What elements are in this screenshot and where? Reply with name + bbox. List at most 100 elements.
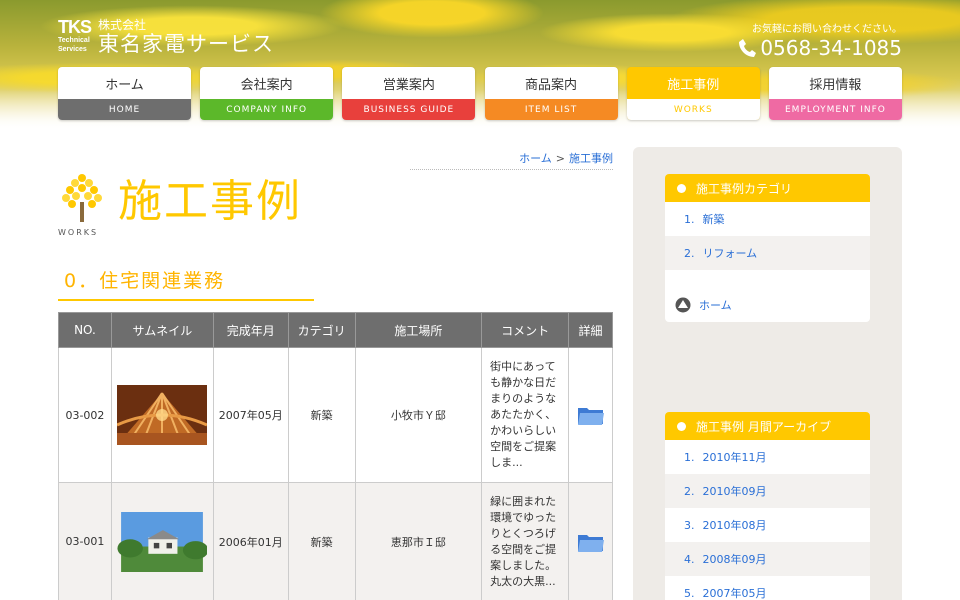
breadcrumb-separator: >	[555, 152, 565, 165]
page-title-block: WORKS 施工事例	[58, 172, 302, 238]
nav-employment-info-label: 採用情報	[809, 77, 862, 93]
home-arrow-icon	[675, 297, 691, 313]
row-comment: 緑に囲まれた環境でゆったりとくつろげる空間をご提案しました。丸太の大黒...	[481, 482, 569, 600]
works-table: NO. サムネイル 完成年月 カテゴリ 施工場所 コメント 詳細 03-002	[58, 312, 613, 600]
archive-item-label: 2010年11月	[702, 451, 767, 464]
nav-business-guide-label: 営業案内	[382, 77, 435, 93]
sidebar-home-link[interactable]: ホーム	[665, 286, 870, 322]
col-no: NO.	[58, 312, 112, 348]
col-category: カテゴリ	[287, 312, 356, 348]
row-completion-date: 2006年01月	[212, 482, 289, 600]
archive-widget-title-text: 施工事例 月間アーカイブ	[696, 419, 832, 434]
row-category: 新築	[287, 482, 356, 600]
folder-icon[interactable]	[577, 531, 605, 553]
works-icon-label: WORKS	[58, 228, 99, 237]
col-completion-date: 完成年月	[212, 312, 289, 348]
archive-item[interactable]: 3. 2010年08月	[665, 508, 870, 542]
category-item-label: 新築	[702, 213, 725, 226]
thumbnail-house-exterior-image[interactable]	[117, 511, 208, 572]
row-comment: 街中にあっても静かな日だまりのようなあたたかく、かわいらしい空間をご提案しま..…	[481, 347, 569, 483]
archive-widget-title: 施工事例 月間アーカイブ	[665, 412, 870, 440]
table-row: 03-002 2007年05月 新築 小牧市Ｙ邸 街中にあっても静かな日だまりの…	[58, 347, 613, 483]
logo-mark-sub: Technical Services	[58, 37, 90, 53]
archive-item-label: 2010年08月	[702, 519, 767, 532]
row-thumbnail-cell	[110, 347, 214, 483]
nav-item-list[interactable]: 商品案内 ITEM LIST	[484, 67, 618, 120]
nav-company-info[interactable]: 会社案内 COMPANY INFO	[200, 67, 334, 120]
archive-item[interactable]: 5. 2007年05月	[665, 576, 870, 600]
company-prefix: 株式会社	[98, 18, 147, 32]
table-header-row: NO. サムネイル 完成年月 カテゴリ 施工場所 コメント 詳細	[58, 312, 613, 348]
category-item-reform[interactable]: 2. リフォーム	[665, 236, 870, 270]
sidebar-home-label: ホーム	[699, 299, 732, 312]
archive-item[interactable]: 2. 2010年09月	[665, 474, 870, 508]
nav-item-list-label: 商品案内	[525, 77, 578, 93]
site-header: TKS Technical Services 株式会社 東名家電サービス お気軽…	[0, 0, 960, 130]
list-number: 3.	[684, 518, 695, 532]
phone-icon	[739, 39, 757, 57]
category-widget-title-text: 施工事例カテゴリ	[696, 181, 793, 196]
list-number: 5.	[684, 586, 695, 600]
thumbnail-wood-interior-image[interactable]	[117, 385, 208, 445]
phone-number-row[interactable]: 0568-34-1085	[738, 36, 902, 60]
tree-icon: WORKS	[58, 172, 110, 238]
row-location: 恵那市Ｉ邸	[354, 482, 483, 600]
row-no: 03-001	[58, 482, 112, 600]
nav-home-sublabel: HOME	[58, 99, 191, 120]
nav-company-info-label: 会社案内	[240, 77, 293, 93]
nav-works-label: 施工事例	[667, 77, 720, 93]
logo-mark: TKS Technical Services	[58, 18, 94, 58]
archive-widget: 施工事例 月間アーカイブ 1. 2010年11月 2. 2010年09月 3. …	[665, 412, 870, 600]
row-thumbnail-cell	[110, 482, 214, 600]
list-number: 2.	[684, 246, 695, 260]
archive-item[interactable]: 1. 2010年11月	[665, 440, 870, 474]
breadcrumb: ホーム > 施工事例	[410, 150, 613, 170]
bullet-icon	[677, 183, 686, 193]
folder-icon[interactable]	[577, 404, 605, 426]
category-item-new-build[interactable]: 1. 新築	[665, 202, 870, 236]
archive-item[interactable]: 4. 2008年09月	[665, 542, 870, 576]
page-title: 施工事例	[118, 176, 302, 227]
row-completion-date: 2007年05月	[212, 347, 289, 483]
row-detail-cell	[568, 347, 613, 483]
archive-item-label: 2007年05月	[702, 587, 767, 600]
category-widget-title: 施工事例カテゴリ	[665, 174, 870, 202]
logo-text: 株式会社 東名家電サービス	[98, 18, 274, 56]
nav-business-guide-sublabel: BUSINESS GUIDE	[342, 99, 476, 120]
list-number: 4.	[684, 552, 695, 566]
site-logo[interactable]: TKS Technical Services 株式会社 東名家電サービス	[58, 18, 274, 58]
category-widget: 施工事例カテゴリ 1. 新築 2. リフォーム ホーム	[665, 174, 870, 322]
col-thumbnail: サムネイル	[110, 312, 214, 348]
archive-item-label: 2008年09月	[702, 553, 767, 566]
nav-works[interactable]: 施工事例 WORKS	[626, 67, 760, 120]
list-number: 2.	[684, 484, 695, 498]
nav-business-guide[interactable]: 営業案内 BUSINESS GUIDE	[342, 67, 476, 120]
col-location: 施工場所	[354, 312, 483, 348]
nav-employment-info-sublabel: EMPLOYMENT INFO	[768, 99, 902, 120]
nav-item-list-sublabel: ITEM LIST	[484, 99, 618, 120]
contact-info: お気軽にお問い合わせください。 0568-34-1085	[738, 24, 902, 60]
nav-home-label: ホーム	[105, 77, 144, 93]
list-number: 1.	[684, 450, 695, 464]
nav-employment-info[interactable]: 採用情報 EMPLOYMENT INFO	[768, 67, 902, 120]
breadcrumb-home-link[interactable]: ホーム	[519, 152, 552, 165]
tree-graphic	[62, 174, 102, 222]
category-list: 1. 新築 2. リフォーム	[665, 202, 870, 270]
contact-message: お気軽にお問い合わせください。	[752, 24, 902, 35]
breadcrumb-current-link[interactable]: 施工事例	[569, 152, 613, 165]
row-location: 小牧市Ｙ邸	[354, 347, 483, 483]
nav-company-info-sublabel: COMPANY INFO	[200, 99, 334, 120]
table-row: 03-001 2006年01月 新築 恵那市Ｉ邸 緑に囲まれた環境でゆったりとく…	[58, 482, 613, 600]
logo-mark-text: TKS	[58, 17, 92, 37]
row-no: 03-002	[58, 347, 112, 483]
category-item-label: リフォーム	[702, 247, 758, 260]
nav-works-sublabel: WORKS	[626, 99, 760, 120]
row-detail-cell	[568, 482, 613, 600]
nav-home[interactable]: ホーム HOME	[58, 67, 191, 120]
list-number: 1.	[684, 212, 695, 226]
archive-item-label: 2010年09月	[702, 485, 767, 498]
col-detail: 詳細	[568, 312, 613, 348]
global-nav: ホーム HOME 会社案内 COMPANY INFO 営業案内 BUSINESS…	[58, 67, 902, 120]
row-category: 新築	[287, 347, 356, 483]
phone-number: 0568-34-1085	[760, 36, 902, 60]
